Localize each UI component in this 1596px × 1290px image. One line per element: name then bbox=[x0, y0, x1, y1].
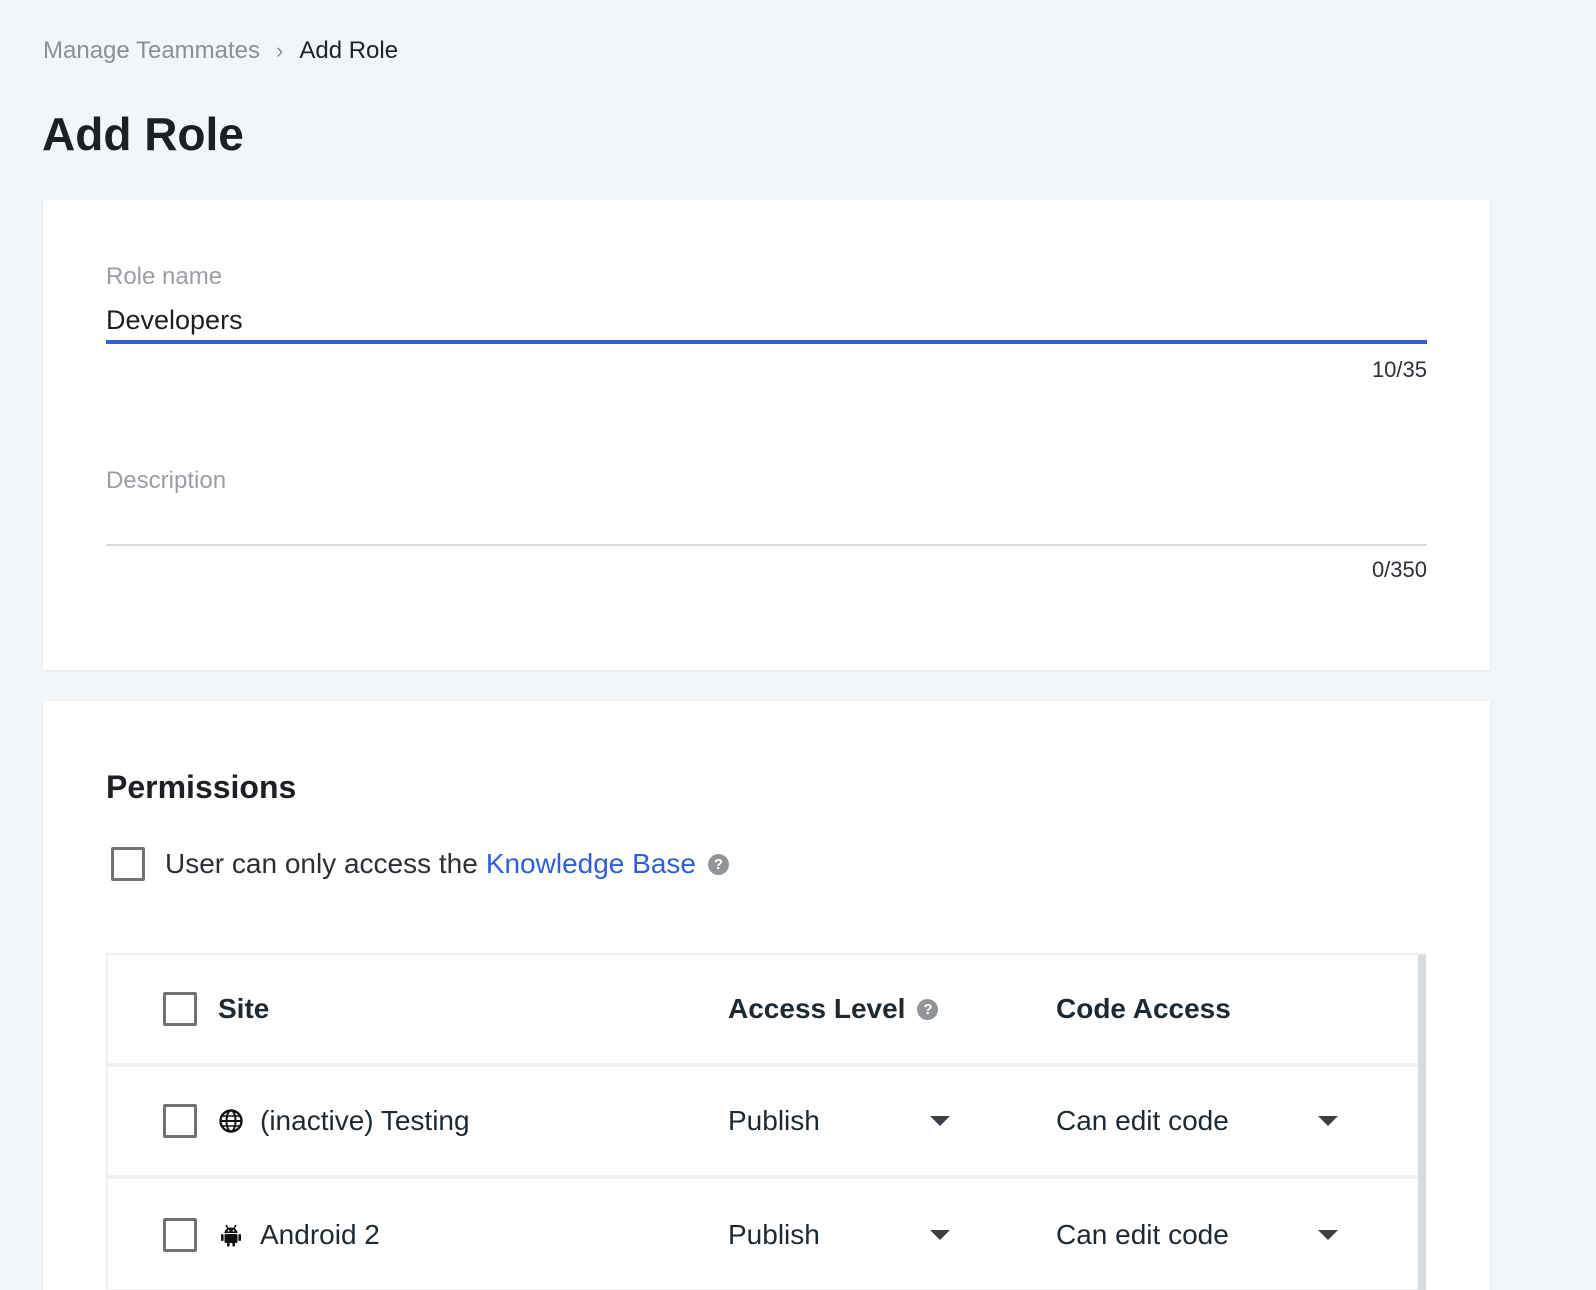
description-input[interactable] bbox=[106, 504, 1427, 544]
description-counter: 0/350 bbox=[1371, 557, 1427, 582]
access-level-value: Publish bbox=[728, 1105, 820, 1136]
permissions-card: Permissions User can only access the Kno… bbox=[43, 701, 1490, 1290]
header-code-access: Code Access bbox=[1056, 993, 1231, 1024]
select-all-checkbox[interactable] bbox=[163, 992, 197, 1026]
table-row: (inactive) Testing Publish Can edit code bbox=[108, 1067, 1418, 1179]
breadcrumb: Manage Teammates › Add Role bbox=[43, 36, 398, 66]
chevron-down-icon bbox=[930, 1230, 950, 1240]
permissions-table: Site Access Level ? Code Access (inactiv… bbox=[106, 953, 1426, 1290]
help-icon[interactable]: ? bbox=[707, 853, 729, 875]
access-level-select[interactable]: Publish bbox=[728, 1181, 954, 1289]
page: Manage Teammates › Add Role Add Role Rol… bbox=[0, 0, 1596, 1290]
page-title: Add Role bbox=[42, 108, 244, 160]
role-name-input[interactable] bbox=[106, 300, 1427, 340]
chevron-down-icon bbox=[1318, 1230, 1338, 1240]
chevron-down-icon bbox=[930, 1116, 950, 1126]
description-field: Description 0/350 bbox=[106, 466, 1427, 584]
role-name-counter: 10/35 bbox=[1371, 357, 1427, 382]
code-access-value: Can edit code bbox=[1056, 1105, 1229, 1136]
table-header-row: Site Access Level ? Code Access bbox=[108, 955, 1418, 1067]
row-checkbox[interactable] bbox=[163, 1218, 197, 1252]
table-scrollbar[interactable] bbox=[1418, 955, 1426, 1290]
knowledge-base-link[interactable]: Knowledge Base bbox=[486, 848, 696, 880]
chevron-down-icon bbox=[1318, 1116, 1338, 1126]
knowledge-base-only-checkbox[interactable] bbox=[111, 847, 145, 881]
header-access-level: Access Level bbox=[728, 993, 906, 1024]
knowledge-base-only-text: User can only access the bbox=[165, 848, 478, 879]
android-icon bbox=[218, 1222, 244, 1248]
role-name-label: Role name bbox=[106, 263, 223, 290]
role-name-field: Role name 10/35 bbox=[106, 262, 1427, 384]
site-name: (inactive) Testing bbox=[260, 1105, 470, 1136]
breadcrumb-separator: › bbox=[276, 38, 284, 63]
access-level-select[interactable]: Publish bbox=[728, 1067, 954, 1175]
header-access-level-cell: Access Level ? bbox=[728, 955, 939, 1063]
description-label: Description bbox=[106, 467, 227, 494]
code-access-value: Can edit code bbox=[1056, 1219, 1229, 1250]
role-name-underline bbox=[106, 340, 1427, 344]
access-level-value: Publish bbox=[728, 1219, 820, 1250]
breadcrumb-manage-teammates[interactable]: Manage Teammates bbox=[43, 36, 260, 66]
site-name: Android 2 bbox=[260, 1219, 380, 1250]
description-underline bbox=[106, 544, 1427, 546]
access-level-help-icon[interactable]: ? bbox=[917, 998, 939, 1020]
code-access-select[interactable]: Can edit code bbox=[1056, 1181, 1342, 1289]
header-site: Site bbox=[218, 993, 270, 1024]
role-info-card: Role name 10/35 Description 0/350 bbox=[43, 200, 1490, 670]
knowledge-base-only-row: User can only access the Knowledge Base … bbox=[111, 847, 729, 881]
table-row: Android 2 Publish Can edit code bbox=[108, 1181, 1418, 1290]
globe-icon bbox=[218, 1108, 244, 1134]
code-access-select[interactable]: Can edit code bbox=[1056, 1067, 1342, 1175]
breadcrumb-current: Add Role bbox=[299, 37, 399, 64]
permissions-title: Permissions bbox=[106, 769, 297, 805]
row-checkbox[interactable] bbox=[163, 1104, 197, 1138]
